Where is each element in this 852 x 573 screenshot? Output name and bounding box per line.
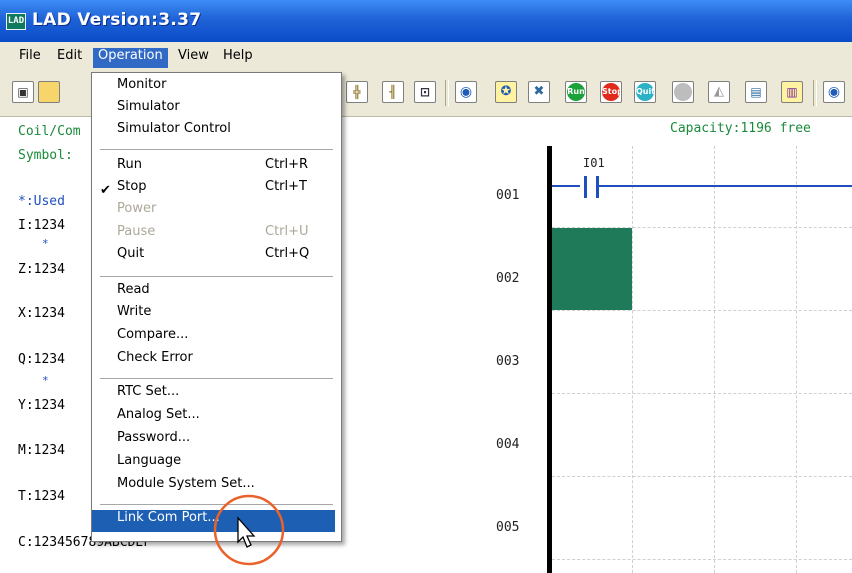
- delete-line-icon[interactable]: ⊡: [414, 81, 436, 103]
- quit-button[interactable]: Quit: [634, 81, 656, 103]
- menu-item-compare[interactable]: Compare...: [92, 327, 335, 349]
- stop-icon: Stop: [602, 83, 621, 101]
- menu-edit[interactable]: Edit: [52, 48, 87, 68]
- grid-line: [552, 393, 852, 394]
- grid-line: [714, 146, 715, 573]
- mouse-cursor-icon: [237, 516, 256, 548]
- menu-file[interactable]: File: [14, 48, 46, 68]
- menu-item-password[interactable]: Password...: [92, 430, 335, 452]
- run-icon: Run: [567, 83, 585, 101]
- grid-line: [552, 559, 852, 560]
- window-title: LAD Version:3.37: [32, 10, 202, 30]
- menu-separator: [100, 149, 333, 150]
- ladder-cursor[interactable]: [552, 228, 632, 310]
- wire-segment: [599, 185, 852, 187]
- m-register-row: M:1234: [18, 443, 65, 458]
- i-register-row: I:1234: [18, 218, 65, 233]
- rung-number: 005: [496, 520, 520, 535]
- y-register-row: Y:1234: [18, 398, 65, 413]
- wire-segment: [552, 185, 580, 187]
- menu-operation[interactable]: Operation: [93, 48, 168, 68]
- new-file-icon[interactable]: ▣: [12, 81, 34, 103]
- menu-item-quit[interactable]: Quit Ctrl+Q: [92, 246, 335, 268]
- grid-line: [552, 310, 852, 311]
- rung-number: 004: [496, 437, 520, 452]
- monitor-icon[interactable]: ◉: [455, 81, 477, 103]
- symbol-label: Symbol:: [18, 148, 73, 163]
- t-register-row: T:1234: [18, 489, 65, 504]
- used-label: *:Used: [18, 194, 65, 209]
- used-marker: *: [42, 374, 49, 387]
- help-icon[interactable]: ◉: [823, 81, 845, 103]
- menu-item-pause: Pause Ctrl+U: [117, 224, 309, 239]
- tools-icon[interactable]: ✖: [528, 81, 550, 103]
- power-icon: [672, 81, 694, 103]
- used-marker: *: [42, 237, 49, 250]
- menu-item-power: Power: [117, 201, 157, 216]
- grid-line: [796, 146, 797, 573]
- run-button[interactable]: Run: [565, 81, 587, 103]
- toolbar-separator: [813, 80, 817, 106]
- q-register-row: Q:1234: [18, 352, 65, 367]
- pause-icon: ◭: [708, 81, 730, 103]
- checkmark-icon: ✔: [100, 183, 111, 198]
- app-icon: LAD: [6, 13, 26, 30]
- menu-item-rtc-set[interactable]: RTC Set...: [92, 384, 335, 406]
- menu-item-monitor[interactable]: Monitor: [92, 77, 335, 99]
- menu-item-simulator-control[interactable]: Simulator Control: [92, 121, 335, 143]
- menu-item-simulator[interactable]: Simulator: [92, 99, 335, 121]
- quit-icon: Quit: [636, 83, 655, 101]
- power-rail: [547, 146, 552, 573]
- rung-number: 003: [496, 354, 520, 369]
- rung-number: 002: [496, 271, 520, 286]
- contact-label: I01: [583, 156, 605, 170]
- menu-separator: [100, 378, 333, 379]
- rung-number: 001: [496, 188, 520, 203]
- menu-item-analog-set[interactable]: Analog Set...: [92, 407, 335, 429]
- menu-item-write[interactable]: Write: [92, 304, 335, 326]
- grid-line: [632, 146, 633, 573]
- menu-separator: [100, 276, 333, 277]
- z-register-row: Z:1234: [18, 262, 65, 277]
- menu-item-check-error[interactable]: Check Error: [92, 350, 335, 372]
- write-icon[interactable]: ▥: [781, 81, 803, 103]
- open-folder-icon[interactable]: [38, 81, 60, 103]
- grid-line: [552, 476, 852, 477]
- simulator-icon[interactable]: ✪: [495, 81, 517, 103]
- contact-left-plate: [584, 176, 587, 198]
- menu-item-run[interactable]: Run Ctrl+R: [92, 157, 335, 179]
- parallel-contact-icon[interactable]: ╬: [346, 81, 368, 103]
- stop-button[interactable]: Stop: [600, 81, 622, 103]
- coil-label: Coil/Com: [18, 124, 81, 139]
- capacity-label: Capacity:1196 free: [670, 121, 811, 136]
- coil-icon[interactable]: ╢: [382, 81, 404, 103]
- toolbar-separator: [445, 80, 449, 106]
- contact-right-plate: [596, 176, 599, 198]
- menu-view[interactable]: View: [173, 48, 214, 68]
- x-register-row: X:1234: [18, 306, 65, 321]
- menu-item-stop[interactable]: Stop Ctrl+T: [92, 179, 335, 201]
- menu-item-language[interactable]: Language: [92, 453, 335, 475]
- menu-help[interactable]: Help: [218, 48, 258, 68]
- menu-item-read[interactable]: Read: [92, 282, 335, 304]
- read-icon[interactable]: ▤: [745, 81, 767, 103]
